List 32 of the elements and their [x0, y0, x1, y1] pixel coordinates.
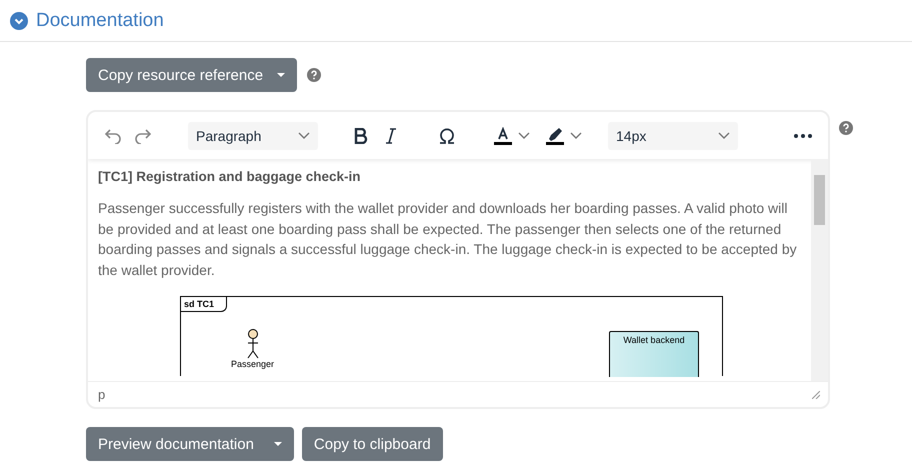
document-paragraph: Passenger successfully registers with the wallet provider and downloads her boarding passes. A valid photo will be provided and at least one boarding pass shall be expected. The passenger then selects one of the returned boarding passes and signals a successful luggage check-in. The luggage check-in is expected to be accepted by the wallet provider. [98, 199, 798, 280]
scrollbar[interactable] [811, 159, 828, 381]
element-path: p [98, 387, 106, 402]
text-color-icon [494, 126, 512, 144]
caret-icon [274, 442, 282, 446]
omega-icon [438, 128, 456, 144]
help-icon[interactable] [307, 68, 322, 82]
chevron-down-icon [298, 132, 310, 139]
resize-handle-icon[interactable] [812, 390, 820, 398]
copy-resource-reference-button[interactable]: Copy resource reference [86, 58, 298, 92]
frame-label: sd TC1 [181, 297, 228, 312]
undo-icon [104, 128, 122, 144]
help-icon[interactable] [839, 121, 853, 135]
caret-icon [277, 73, 286, 77]
stick-figure-icon [246, 329, 260, 359]
block-format-dropdown[interactable]: Paragraph [188, 122, 318, 150]
preview-documentation-button[interactable]: Preview documentation [86, 427, 294, 461]
collapse-icon[interactable] [10, 12, 28, 30]
marker-icon [546, 126, 564, 144]
bold-icon [354, 128, 368, 144]
font-size-dropdown[interactable]: 14px [608, 122, 738, 150]
document-heading: [TC1] Registration and baggage check-in [98, 169, 362, 184]
lifeline-box: Wallet backend [609, 331, 699, 377]
more-icon [794, 134, 812, 138]
redo-icon [134, 128, 152, 144]
chevron-down-icon [718, 132, 730, 139]
chevron-down-icon [570, 132, 582, 139]
section-title: Documentation [36, 10, 164, 32]
copy-to-clipboard-button[interactable]: Copy to clipboard [302, 427, 443, 461]
italic-icon [385, 128, 397, 144]
chevron-down-icon [518, 132, 530, 139]
actor-label: Passenger [231, 359, 274, 369]
